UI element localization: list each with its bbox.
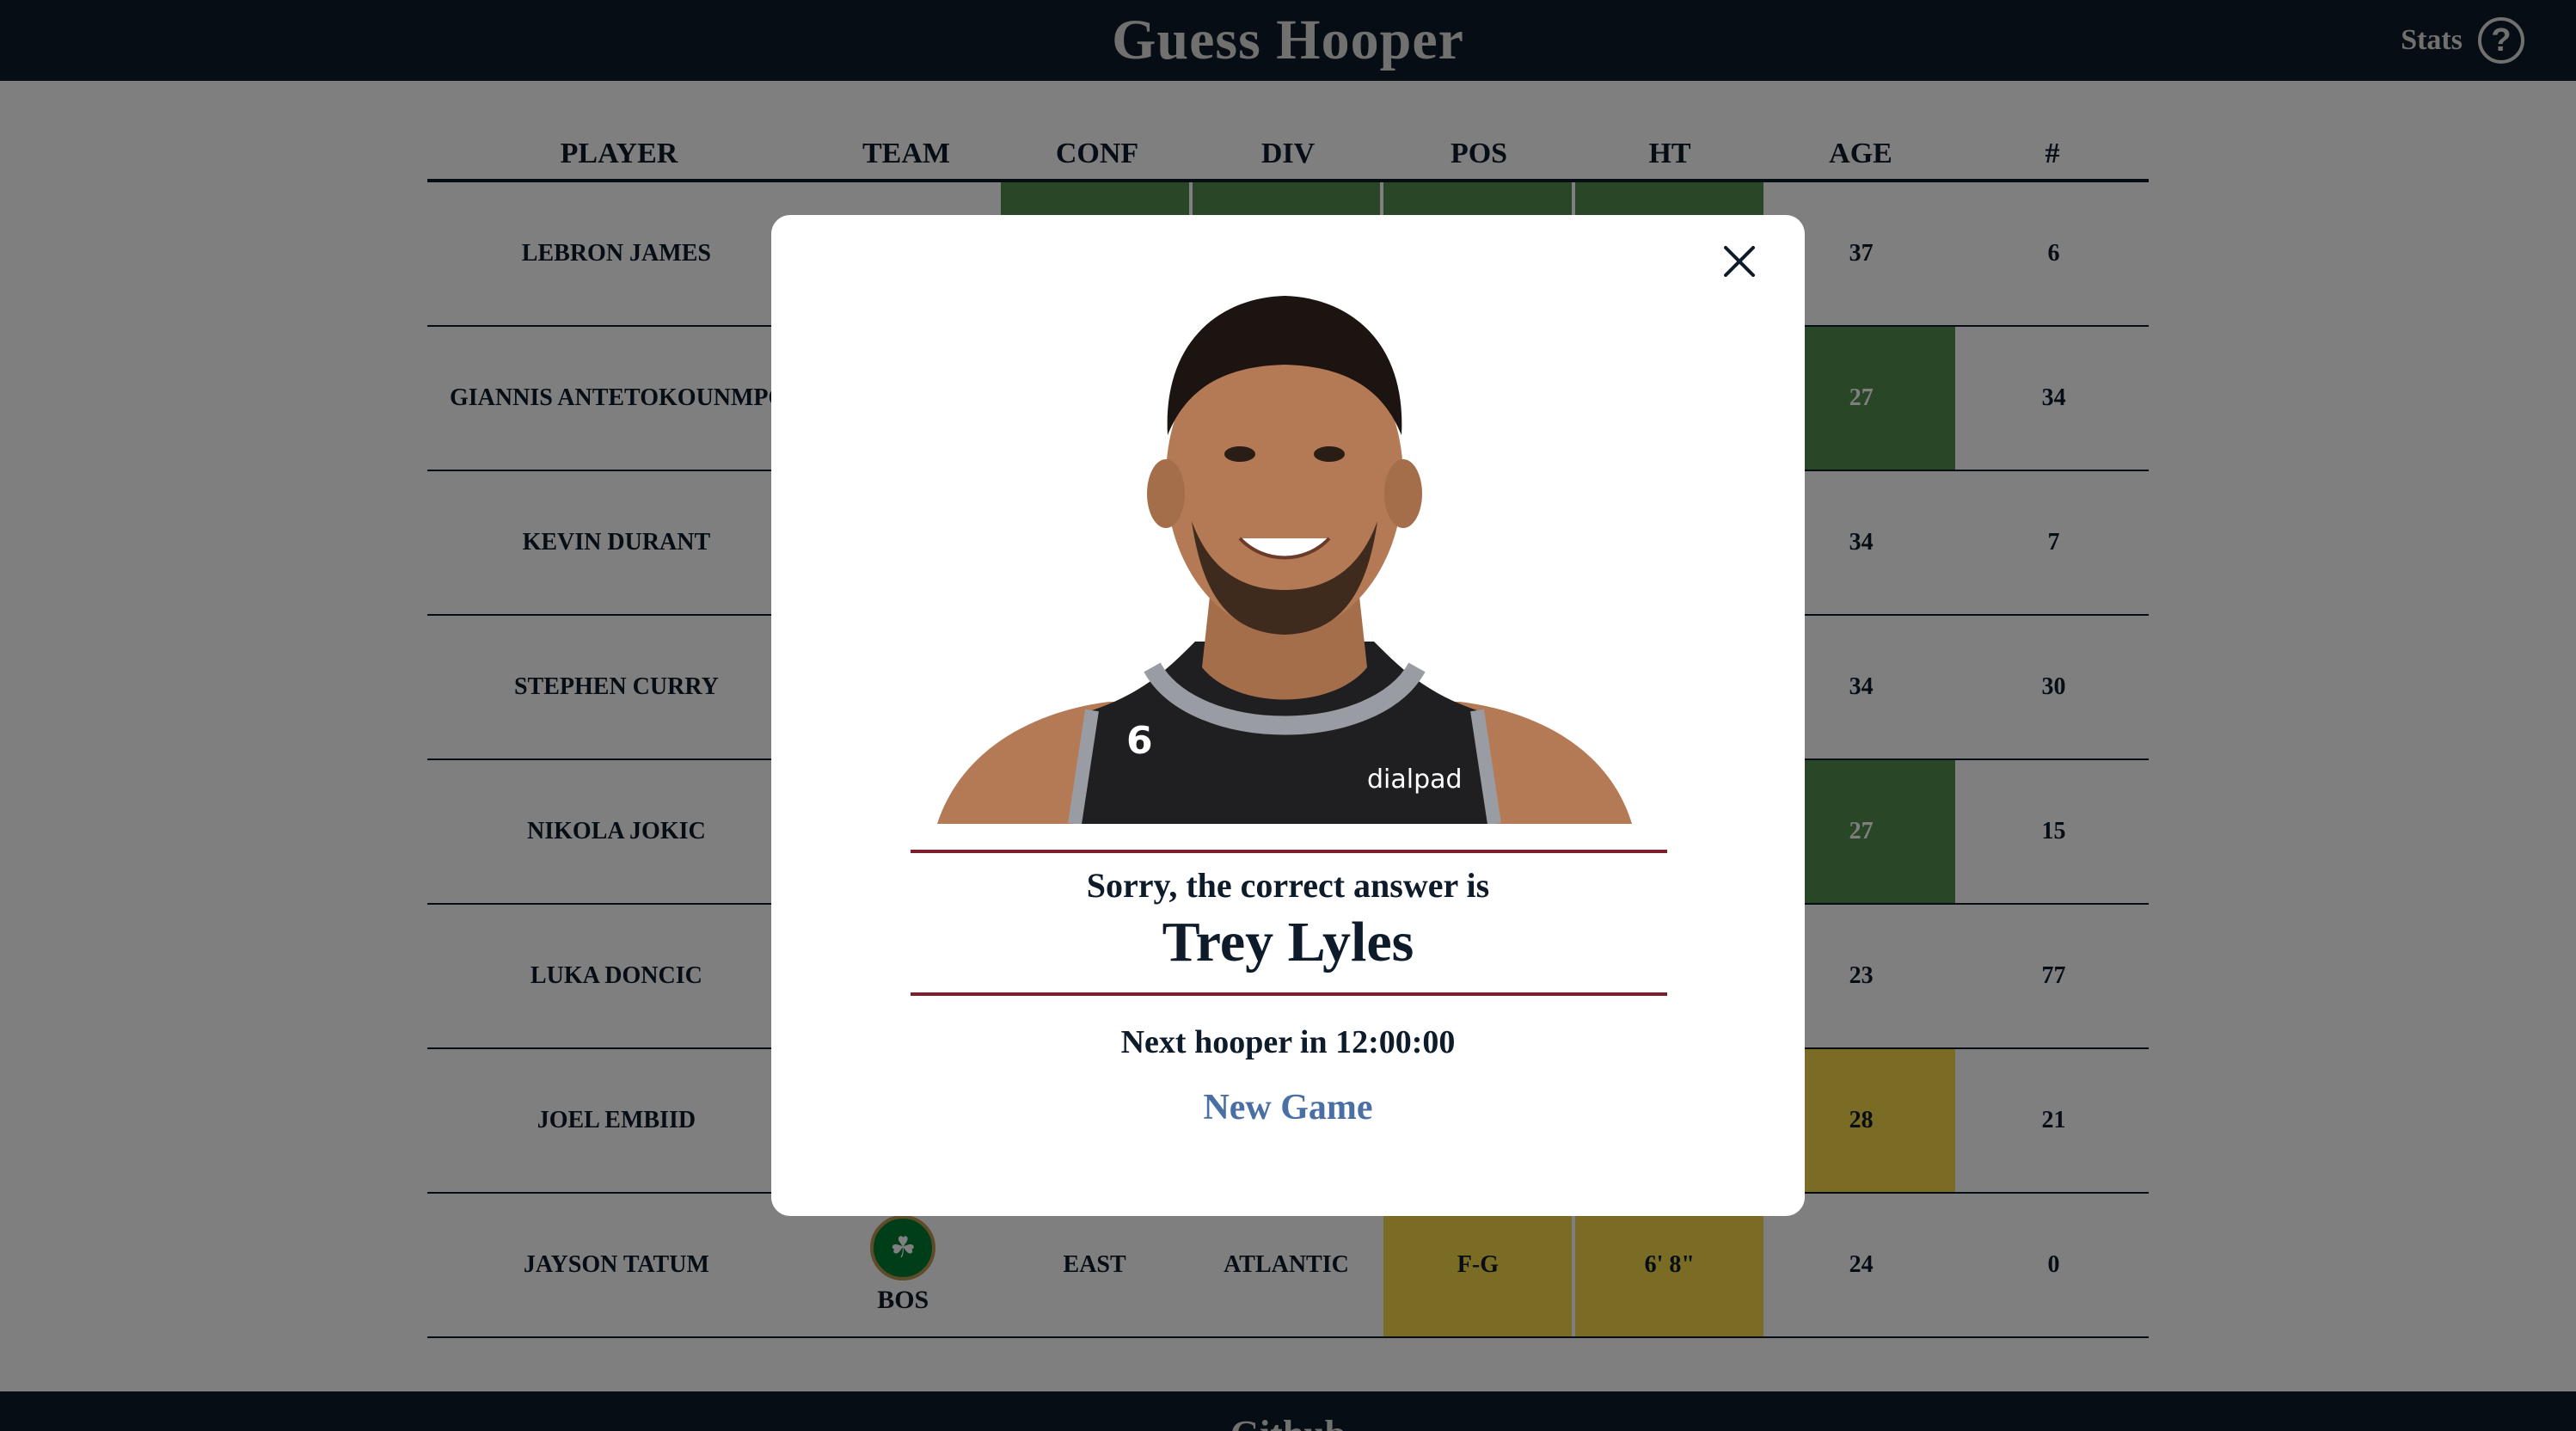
result-modal: 6 dialpad Sorry, the correct answer is T… — [771, 215, 1805, 1216]
new-game-button[interactable]: New Game — [771, 1087, 1805, 1128]
svg-text:6: 6 — [1126, 719, 1153, 763]
close-icon[interactable] — [1715, 237, 1763, 286]
svg-text:dialpad: dialpad — [1367, 765, 1463, 795]
correct-answer: Trey Lyles — [1162, 911, 1414, 973]
divider-top — [911, 850, 1667, 853]
next-hooper-countdown: Next hooper in 12:00:00 — [1120, 1024, 1456, 1060]
divider-bottom — [911, 992, 1667, 996]
answer-prompt: Sorry, the correct answer is — [1086, 866, 1490, 905]
player-headshot: 6 dialpad — [937, 296, 1632, 824]
